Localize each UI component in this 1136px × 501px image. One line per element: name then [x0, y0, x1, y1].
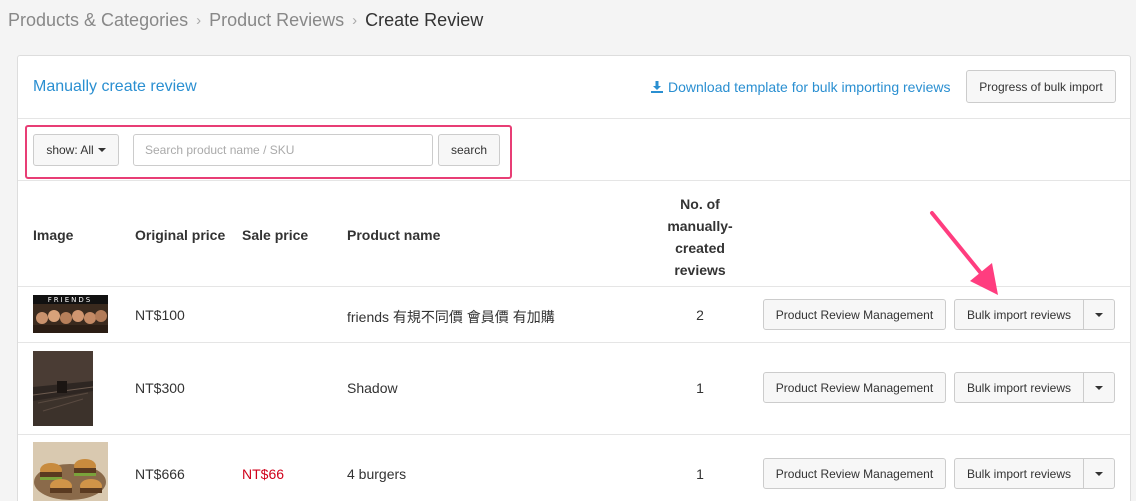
svg-text:FRIENDS: FRIENDS: [48, 296, 92, 304]
column-header-reviews-line: created: [675, 240, 725, 256]
column-header-original-price: Original price: [135, 227, 226, 243]
caret-down-icon: [97, 148, 106, 152]
product-name: friends 有規不同價 會員價 有加購: [347, 309, 555, 325]
product-thumbnail-graphic: [33, 351, 93, 426]
reviews-count: 2: [696, 307, 704, 323]
bulk-import-dropdown-toggle[interactable]: [1084, 372, 1115, 403]
bulk-import-button-group: Bulk import reviews: [954, 299, 1115, 330]
column-header-product-name: Product name: [347, 227, 441, 243]
product-image-shadow[interactable]: [33, 351, 93, 426]
product-name: 4 burgers: [347, 466, 407, 482]
show-filter-dropdown[interactable]: show: All: [33, 134, 119, 166]
download-icon: [651, 81, 663, 93]
breadcrumb-separator-icon: ›: [196, 11, 202, 29]
product-image-burgers[interactable]: [33, 442, 108, 501]
reviews-count: 1: [696, 380, 704, 396]
bulk-import-dropdown-toggle[interactable]: [1084, 299, 1115, 330]
search-button[interactable]: search: [438, 134, 500, 166]
progress-of-bulk-import-button[interactable]: Progress of bulk import: [966, 70, 1116, 103]
product-review-management-button[interactable]: Product Review Management: [763, 458, 946, 489]
search-input[interactable]: [133, 134, 433, 166]
bulk-import-reviews-button[interactable]: Bulk import reviews: [954, 458, 1084, 489]
bulk-import-reviews-button[interactable]: Bulk import reviews: [954, 372, 1084, 403]
download-template-label: Download template for bulk importing rev…: [668, 79, 951, 95]
product-review-management-button[interactable]: Product Review Management: [763, 299, 946, 330]
panel-header: Manually create review Download template…: [18, 56, 1130, 119]
breadcrumb-products-categories[interactable]: Products & Categories: [8, 10, 188, 31]
product-thumbnail-graphic: FRIENDS: [33, 295, 108, 333]
bulk-import-button-group: Bulk import reviews: [954, 458, 1115, 489]
original-price: NT$100: [135, 307, 185, 323]
column-header-reviews-line: reviews: [674, 262, 726, 278]
column-header-reviews-line: No. of: [680, 196, 720, 212]
caret-down-icon: [1095, 312, 1103, 317]
breadcrumb-current: Create Review: [365, 9, 484, 30]
column-header-reviews-count: No. of manually- created reviews: [658, 193, 742, 281]
product-thumbnail-graphic: [33, 442, 108, 501]
original-price: NT$300: [135, 380, 185, 396]
pink-arrow-icon: [930, 211, 998, 295]
product-review-management-button[interactable]: Product Review Management: [763, 372, 946, 403]
caret-down-icon: [1095, 471, 1103, 476]
show-filter-label: show: All: [46, 143, 94, 157]
reviews-count: 1: [696, 466, 704, 482]
column-header-sale-price: Sale price: [242, 227, 309, 243]
sale-price: NT$66: [242, 466, 285, 482]
breadcrumb: Products & Categories › Product Reviews …: [8, 8, 483, 32]
row-divider: [18, 342, 1130, 343]
bulk-import-dropdown-toggle[interactable]: [1084, 458, 1115, 489]
original-price: NT$666: [135, 466, 185, 482]
product-name: Shadow: [347, 380, 398, 396]
bulk-import-reviews-button[interactable]: Bulk import reviews: [954, 299, 1084, 330]
column-header-image: Image: [33, 227, 74, 243]
bulk-import-button-group: Bulk import reviews: [954, 372, 1115, 403]
caret-down-icon: [1095, 385, 1103, 390]
column-header-reviews-line: manually-: [667, 218, 733, 234]
manually-create-review-link[interactable]: Manually create review: [33, 78, 197, 96]
row-divider: [18, 434, 1130, 435]
download-template-link[interactable]: Download template for bulk importing rev…: [651, 79, 950, 95]
product-image-friends[interactable]: FRIENDS: [33, 295, 108, 333]
breadcrumb-product-reviews[interactable]: Product Reviews: [209, 10, 344, 31]
breadcrumb-separator-icon: ›: [352, 11, 358, 29]
filter-bar: show: All search: [18, 119, 1130, 181]
